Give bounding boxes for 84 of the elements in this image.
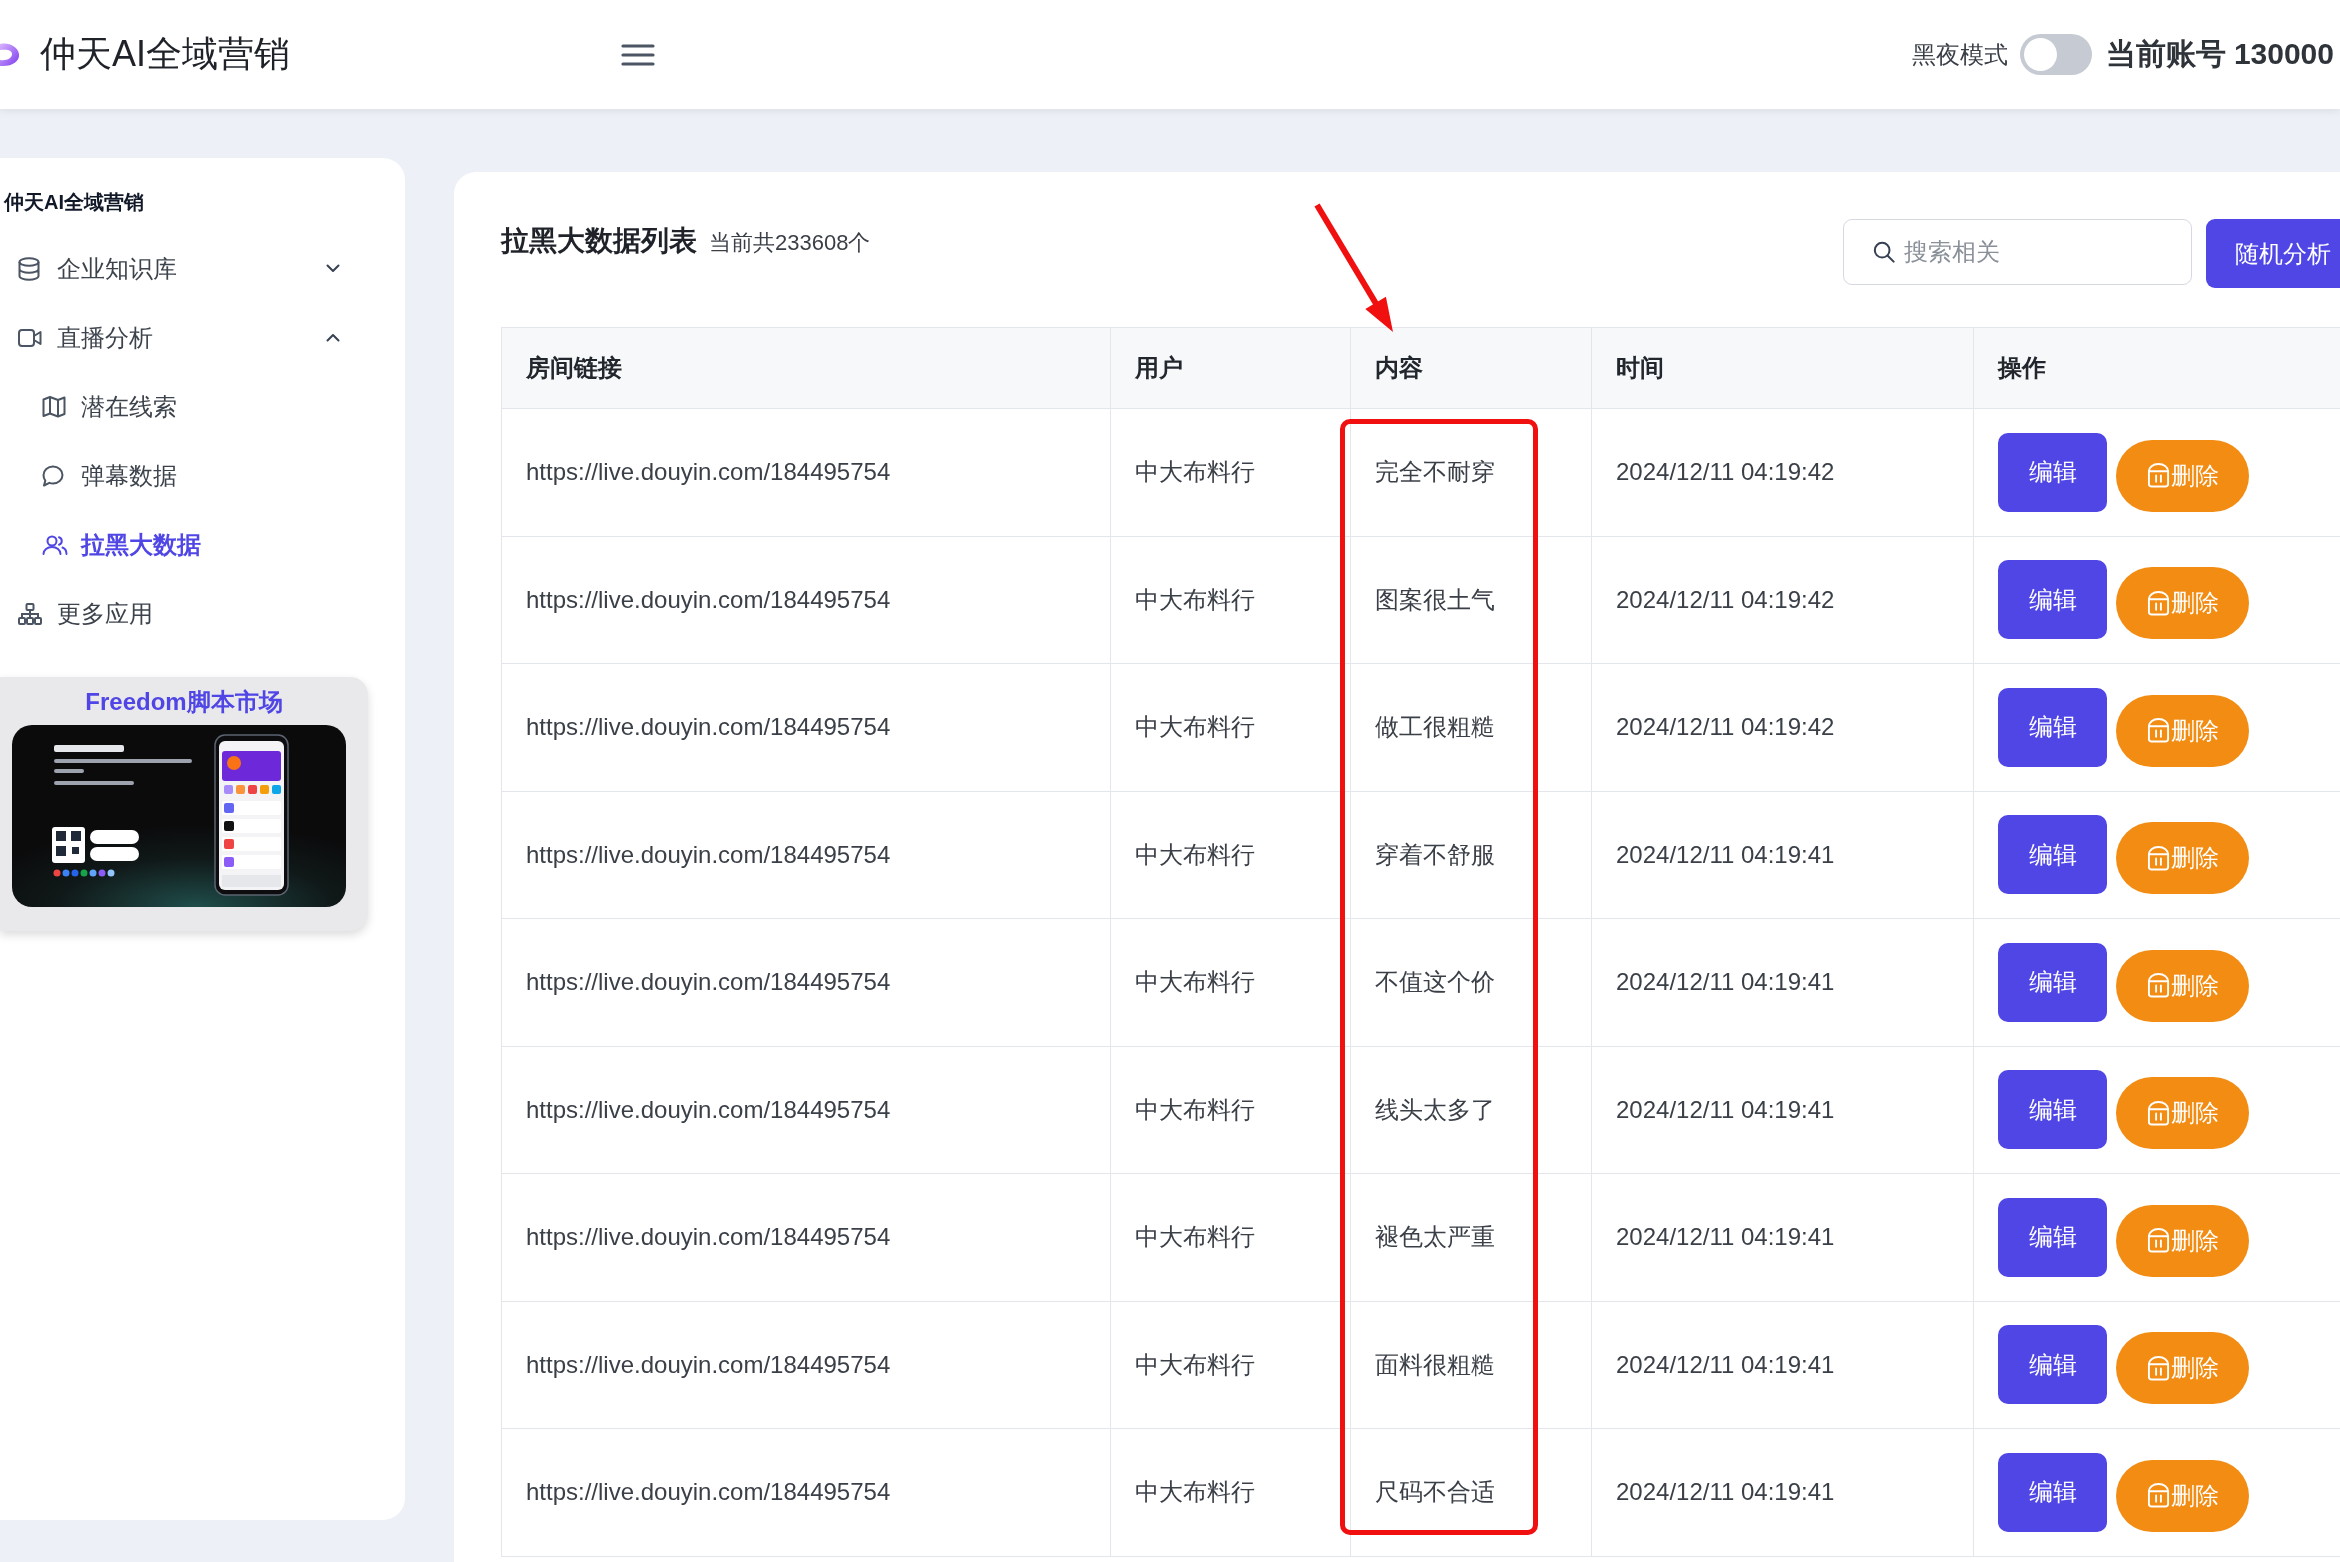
edit-button[interactable]: 编辑 (1998, 1197, 2107, 1277)
edit-button[interactable]: 编辑 (1998, 687, 2107, 767)
column-header: 时间 (1616, 353, 1664, 383)
edit-button[interactable]: 编辑 (1998, 432, 2107, 512)
content-text: 不值这个价 (1375, 967, 1495, 998)
user-text: 中大布料行 (1135, 1094, 1255, 1125)
trash-icon (2146, 1100, 2170, 1126)
users-icon (42, 534, 68, 555)
trash-icon (2146, 845, 2170, 871)
edit-button[interactable]: 编辑 (1998, 1325, 2107, 1405)
trash-icon (2146, 973, 2170, 999)
content-text: 褪色太严重 (1375, 1222, 1495, 1253)
url-text: https://live.douyin.com/184495754 (526, 1478, 891, 1507)
chat-bubble-icon (42, 464, 64, 487)
edit-button[interactable]: 编辑 (1998, 942, 2107, 1022)
content-text: 尺码不合适 (1375, 1477, 1495, 1508)
content-text: 线头太多了 (1375, 1094, 1495, 1125)
time-text: 2024/12/11 04:19:41 (1616, 1478, 1835, 1507)
sidebar-item[interactable]: 更多应用 (0, 579, 405, 648)
trash-icon (2146, 1483, 2170, 1509)
analyze-button[interactable]: 随机分析 (2206, 219, 2340, 288)
search-icon (1873, 241, 1895, 263)
user-text: 中大布料行 (1135, 584, 1255, 615)
column-header: 操作 (1998, 353, 2046, 383)
record-count: 当前共233608个 (709, 229, 871, 257)
page-title: 拉黑大数据列表 (501, 224, 697, 258)
time-text: 2024/12/11 04:19:41 (1616, 840, 1835, 869)
time-text: 2024/12/11 04:19:42 (1616, 458, 1835, 487)
user-text: 中大布料行 (1135, 967, 1255, 998)
time-text: 2024/12/11 04:19:41 (1616, 1223, 1835, 1252)
url-text: https://live.douyin.com/184495754 (526, 1350, 891, 1379)
map-icon (42, 395, 66, 418)
column-header: 内容 (1375, 353, 1423, 383)
time-text: 2024/12/11 04:19:41 (1616, 1095, 1835, 1124)
video-camera-icon (18, 328, 42, 347)
search-field[interactable]: 搜索相关 (1843, 219, 2192, 285)
trash-icon (2146, 1228, 2170, 1254)
edit-button[interactable]: 编辑 (1998, 815, 2107, 895)
url-text: https://live.douyin.com/184495754 (526, 968, 891, 997)
user-text: 中大布料行 (1135, 1222, 1255, 1253)
content-text: 完全不耐穿 (1375, 457, 1495, 488)
submenu-item[interactable]: 潜在线索 (0, 372, 405, 441)
sidebar-item[interactable]: 直播分析 (0, 303, 405, 372)
url-text: https://live.douyin.com/184495754 (526, 840, 891, 869)
sidebar-brand-title: 仲天AI全域营销 (4, 190, 144, 215)
url-text: https://live.douyin.com/184495754 (526, 1095, 891, 1124)
database-icon (18, 256, 40, 281)
url-text: https://live.douyin.com/184495754 (526, 713, 891, 742)
url-text: https://live.douyin.com/184495754 (526, 458, 891, 487)
dark-mode-toggle[interactable] (2019, 34, 2092, 75)
trash-icon (2146, 590, 2170, 616)
hierarchy-icon (18, 602, 42, 625)
submenu-item[interactable]: 拉黑大数据 (0, 510, 405, 579)
trash-icon (2146, 1355, 2170, 1381)
edit-button[interactable]: 编辑 (1998, 560, 2107, 640)
column-header: 用户 (1135, 353, 1183, 383)
time-text: 2024/12/11 04:19:41 (1616, 1350, 1835, 1379)
trash-icon (2146, 463, 2170, 489)
user-text: 中大布料行 (1135, 712, 1255, 743)
promo-title: Freedom脚本市场 (85, 687, 283, 717)
logo-icon (0, 41, 20, 68)
time-text: 2024/12/11 04:19:42 (1616, 585, 1835, 614)
time-text: 2024/12/11 04:19:41 (1616, 968, 1835, 997)
dark-mode-label: 黑夜模式 (1911, 39, 2008, 70)
content-text: 做工很粗糙 (1375, 712, 1495, 743)
app-title: 仲天AI全域营销 (40, 32, 290, 76)
user-text: 中大布料行 (1135, 457, 1255, 488)
user-text: 中大布料行 (1135, 839, 1255, 870)
url-text: https://live.douyin.com/184495754 (526, 585, 891, 614)
edit-button[interactable]: 编辑 (1998, 1452, 2107, 1532)
user-text: 中大布料行 (1135, 1349, 1255, 1380)
content-text: 穿着不舒服 (1375, 839, 1495, 870)
account-label: 当前账号 130000 (2105, 36, 2334, 72)
column-header: 房间链接 (526, 353, 622, 383)
user-text: 中大布料行 (1135, 1477, 1255, 1508)
menu-icon[interactable] (621, 43, 655, 66)
sidebar-item[interactable]: 企业知识库 (0, 234, 405, 303)
time-text: 2024/12/11 04:19:42 (1616, 713, 1835, 742)
content-text: 图案很土气 (1375, 584, 1495, 615)
url-text: https://live.douyin.com/184495754 (526, 1223, 891, 1252)
submenu-item[interactable]: 弹幕数据 (0, 441, 405, 510)
edit-button[interactable]: 编辑 (1998, 1070, 2107, 1150)
content-text: 面料很粗糙 (1375, 1349, 1495, 1380)
trash-icon (2146, 718, 2170, 744)
